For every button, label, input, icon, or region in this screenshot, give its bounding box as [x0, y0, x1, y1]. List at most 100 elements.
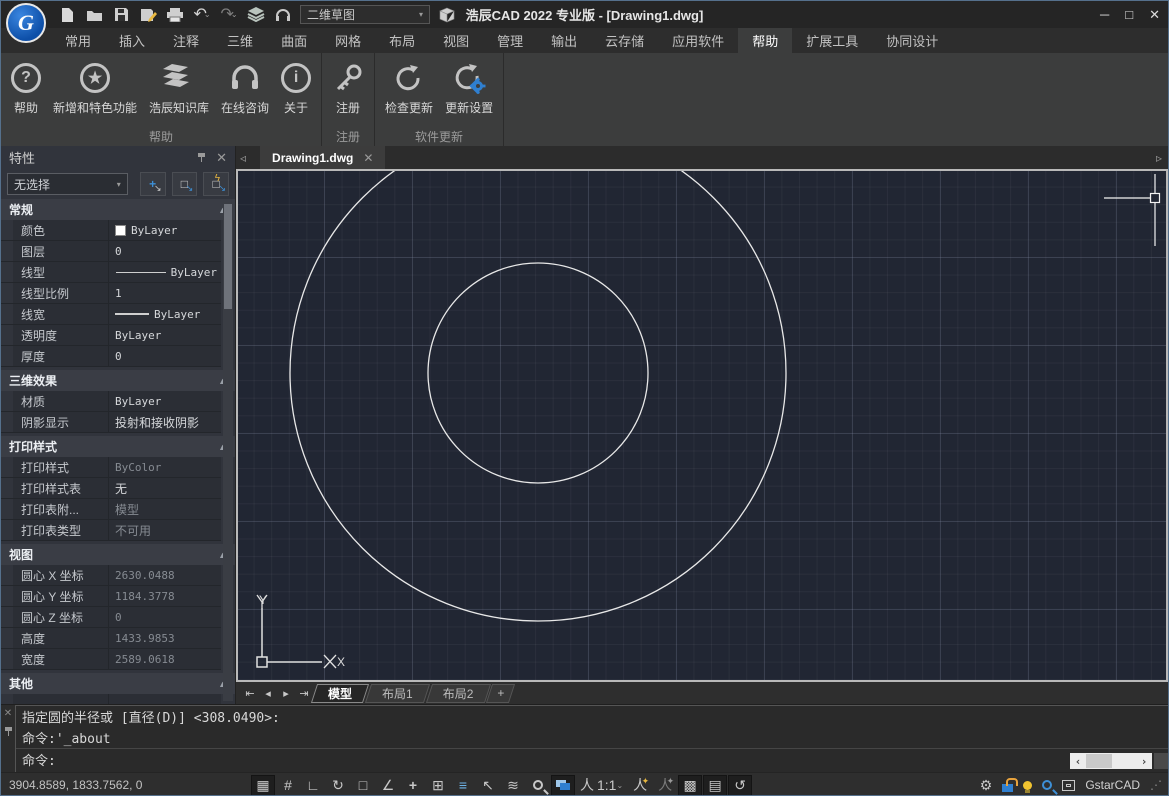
properties-scrollbar[interactable]: [223, 202, 233, 701]
ribbon-tab-help[interactable]: 帮助: [738, 28, 792, 53]
property-row[interactable]: 线宽ByLayer: [1, 304, 221, 325]
open-file-button[interactable]: [84, 4, 104, 26]
ribbon-tab-express[interactable]: 扩展工具: [792, 28, 872, 53]
property-row[interactable]: 透明度ByLayer: [1, 325, 221, 346]
file-tab-close-icon[interactable]: ✕: [363, 151, 373, 165]
property-row[interactable]: 打印样式表无: [1, 478, 221, 499]
online-support-button[interactable]: 在线咨询: [215, 55, 275, 126]
gstarcad-logo-icon[interactable]: G: [6, 3, 46, 43]
pin-icon[interactable]: [197, 153, 206, 162]
property-row[interactable]: 厚度0: [1, 346, 221, 367]
prev-layout-icon[interactable]: ◂: [260, 687, 276, 700]
ribbon-tab-cloud[interactable]: 云存储: [591, 28, 658, 53]
cloud-search-icon[interactable]: [1042, 780, 1052, 790]
toggle-pickadd-button[interactable]: +↘: [140, 172, 166, 196]
property-row[interactable]: 宽度2589.0618: [1, 649, 221, 670]
view-cube-button[interactable]: [437, 4, 457, 26]
dynamic-ucs-toggle[interactable]: ↺: [728, 775, 752, 796]
unlock-icon[interactable]: [1002, 784, 1013, 792]
save-button[interactable]: [111, 4, 131, 26]
zoom-tool-button[interactable]: [526, 775, 550, 796]
ribbon-tab-layout[interactable]: 布局: [375, 28, 429, 53]
last-layout-icon[interactable]: ⇥: [296, 687, 312, 700]
redo-button[interactable]: ↷⌄: [219, 4, 239, 26]
isolate-objects-toggle[interactable]: ≋: [501, 775, 525, 796]
scrollbar-thumb[interactable]: [224, 204, 232, 309]
section-plot-style[interactable]: 打印样式▲: [1, 436, 235, 457]
ribbon-tab-3d[interactable]: 三维: [213, 28, 267, 53]
qat-customize-button[interactable]: ⌄: [464, 4, 484, 26]
first-layout-icon[interactable]: ⇤: [242, 687, 258, 700]
ribbon-tab-home[interactable]: 常用: [51, 28, 105, 53]
command-hscrollbar[interactable]: ‹ ›: [1070, 753, 1152, 769]
layer-stack-button[interactable]: [246, 4, 266, 26]
selection-cycling-toggle[interactable]: ↖: [476, 775, 500, 796]
tab-scroll-left-icon[interactable]: ◃: [240, 151, 246, 165]
hscroll-thumb[interactable]: [1086, 754, 1112, 768]
ribbon-tab-apps[interactable]: 应用软件: [658, 28, 738, 53]
property-row[interactable]: 打印样式ByColor: [1, 457, 221, 478]
quick-select-button[interactable]: □ϟ↘: [203, 172, 229, 196]
save-as-button[interactable]: [138, 4, 158, 26]
command-input[interactable]: 命令:: [16, 748, 1168, 769]
plot-button[interactable]: [165, 4, 185, 26]
workspace-switch-button[interactable]: [551, 775, 575, 796]
undo-button[interactable]: ↶⌄: [192, 4, 212, 26]
property-row[interactable]: 高度1433.9853: [1, 628, 221, 649]
ribbon-tab-annotate[interactable]: 注释: [159, 28, 213, 53]
property-row[interactable]: [1, 694, 221, 704]
ortho-toggle[interactable]: ∟: [301, 775, 325, 796]
section-general[interactable]: 常规▲: [1, 199, 235, 220]
resize-grip[interactable]: ⋰: [1150, 778, 1162, 792]
tab-model[interactable]: 模型: [314, 684, 366, 703]
support-button[interactable]: [273, 4, 293, 26]
fullscreen-icon[interactable]: [1062, 780, 1075, 791]
ribbon-tab-insert[interactable]: 插入: [105, 28, 159, 53]
next-layout-icon[interactable]: ▸: [278, 687, 294, 700]
select-objects-button[interactable]: □↘: [172, 172, 198, 196]
workspace-select[interactable]: 二维草图 ▾: [300, 5, 430, 24]
scroll-right-icon[interactable]: ›: [1136, 755, 1152, 768]
close-button[interactable]: ✕: [1149, 7, 1160, 23]
property-row[interactable]: 阴影显示投射和接收阴影: [1, 412, 221, 433]
command-history[interactable]: 指定圆的半径或 [直径(D)] <308.0490>: 命令:'_about 命…: [15, 705, 1168, 772]
ribbon-tab-collab[interactable]: 协同设计: [872, 28, 952, 53]
file-tab-drawing1[interactable]: Drawing1.dwg ✕: [260, 146, 385, 169]
properties-close-icon[interactable]: ✕: [216, 150, 227, 166]
minimize-button[interactable]: ─: [1100, 7, 1109, 22]
property-row[interactable]: 线型比例1: [1, 283, 221, 304]
update-settings-button[interactable]: 更新设置: [439, 55, 499, 126]
command-close-icon[interactable]: ✕: [4, 708, 12, 719]
osnap-tracking-toggle[interactable]: +: [401, 775, 425, 796]
settings-gear-icon[interactable]: ⚙: [980, 777, 993, 794]
property-row[interactable]: 打印表类型不可用: [1, 520, 221, 541]
ribbon-tab-output[interactable]: 输出: [537, 28, 591, 53]
property-row[interactable]: 图层0: [1, 241, 221, 262]
ribbon-tab-mesh[interactable]: 网格: [321, 28, 375, 53]
section-3d-effects[interactable]: 三维效果▲: [1, 370, 235, 391]
annotation-scale-button[interactable]: 人 1:1 ⌄: [576, 775, 627, 796]
tab-layout1[interactable]: 布局1: [368, 684, 427, 703]
tab-scroll-right-icon[interactable]: ▹: [1156, 151, 1162, 165]
section-view[interactable]: 视图▲: [1, 544, 235, 565]
drawing-canvas[interactable]: Y X: [236, 169, 1168, 682]
annotation-visibility-toggle[interactable]: 人✦: [628, 775, 652, 796]
knowledge-base-button[interactable]: 浩辰知识库: [143, 55, 215, 126]
property-row[interactable]: 材质ByLayer: [1, 391, 221, 412]
about-button[interactable]: i 关于: [275, 55, 317, 126]
lineweight-toggle[interactable]: ≡: [451, 775, 475, 796]
tab-new-layout[interactable]: +: [489, 684, 512, 703]
property-row[interactable]: 圆心 Z 坐标0: [1, 607, 221, 628]
new-features-button[interactable]: ★ 新增和特色功能: [47, 55, 143, 126]
register-button[interactable]: 注册: [326, 55, 370, 126]
ribbon-tab-surface[interactable]: 曲面: [267, 28, 321, 53]
command-pin-icon[interactable]: [4, 727, 13, 736]
check-update-button[interactable]: 检查更新: [379, 55, 439, 126]
help-button[interactable]: ? 帮助: [5, 55, 47, 126]
ribbon-tab-manage[interactable]: 管理: [483, 28, 537, 53]
new-file-button[interactable]: [57, 4, 77, 26]
tab-layout2[interactable]: 布局2: [429, 684, 488, 703]
polar-tracking-toggle[interactable]: ↻: [326, 775, 350, 796]
command-resize-corner[interactable]: [1154, 753, 1168, 769]
bulb-icon[interactable]: [1023, 781, 1032, 790]
